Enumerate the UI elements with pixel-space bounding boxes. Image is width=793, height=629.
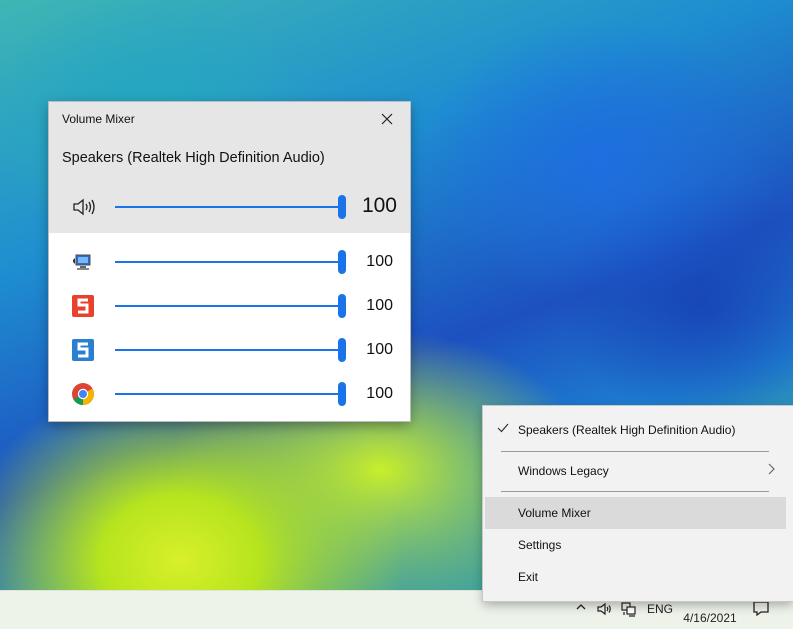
menu-item-label: Windows Legacy (518, 464, 609, 478)
chrome-icon[interactable] (71, 382, 95, 406)
network-icon[interactable] (620, 601, 638, 620)
volume-thumb[interactable] (338, 338, 346, 362)
system-sounds-icon[interactable] (71, 250, 95, 274)
app-volume-row-system: 100 (49, 242, 410, 282)
app-volume-row-snagit-blue: 100 (49, 330, 410, 370)
clock-date[interactable]: 4/16/2021 (680, 611, 740, 625)
window-title: Volume Mixer (62, 112, 135, 126)
volume-mixer-window: Volume Mixer Speakers (Realtek High Defi… (49, 102, 410, 421)
snagit-blue-icon[interactable] (71, 338, 95, 362)
app-volume-row-chrome: 100 (49, 374, 410, 414)
chevron-up-icon[interactable] (575, 601, 587, 616)
menu-item-label: Exit (518, 570, 539, 584)
menu-item-exit[interactable]: Exit (485, 561, 786, 593)
language-indicator[interactable]: ENG (647, 602, 673, 616)
chevron-right-icon (768, 462, 776, 479)
speaker-tray-icon[interactable] (596, 601, 614, 620)
master-volume-slider[interactable] (115, 206, 345, 208)
master-volume-thumb[interactable] (338, 195, 346, 219)
volume-value: 100 (366, 385, 393, 402)
menu-item-label: Volume Mixer (518, 506, 591, 520)
volume-value: 100 (366, 297, 393, 314)
volume-slider[interactable] (115, 393, 345, 395)
menu-item-settings[interactable]: Settings (485, 529, 786, 561)
mixer-header: Volume Mixer Speakers (Realtek High Defi… (49, 102, 410, 233)
speaker-icon[interactable] (71, 195, 95, 219)
menu-separator (501, 491, 769, 492)
notifications-icon[interactable] (752, 600, 770, 621)
menu-separator (501, 451, 769, 452)
menu-item-windows-legacy[interactable]: Windows Legacy (485, 455, 786, 487)
menu-item-volume-mixer[interactable]: Volume Mixer (485, 497, 786, 529)
volume-value: 100 (366, 253, 393, 270)
volume-value: 100 (366, 341, 393, 358)
snagit-red-icon[interactable] (71, 294, 95, 318)
app-volume-row-snagit-red: 100 (49, 286, 410, 326)
volume-thumb[interactable] (338, 294, 346, 318)
device-name: Speakers (Realtek High Definition Audio) (62, 150, 325, 166)
context-menu: Speakers (Realtek High Definition Audio)… (483, 406, 793, 601)
volume-slider[interactable] (115, 349, 345, 351)
menu-item-label: Settings (518, 538, 562, 552)
volume-thumb[interactable] (338, 250, 346, 274)
volume-slider[interactable] (115, 261, 345, 263)
menu-item-label: Speakers (Realtek High Definition Audio) (518, 423, 736, 437)
close-icon (381, 113, 393, 125)
master-volume-row: 100 (49, 187, 410, 227)
close-button[interactable] (374, 108, 400, 130)
checkmark-icon (497, 422, 509, 437)
menu-item-speakers[interactable]: Speakers (Realtek High Definition Audio) (485, 414, 786, 446)
volume-slider[interactable] (115, 305, 345, 307)
volume-thumb[interactable] (338, 382, 346, 406)
master-volume-value: 100 (361, 194, 397, 217)
